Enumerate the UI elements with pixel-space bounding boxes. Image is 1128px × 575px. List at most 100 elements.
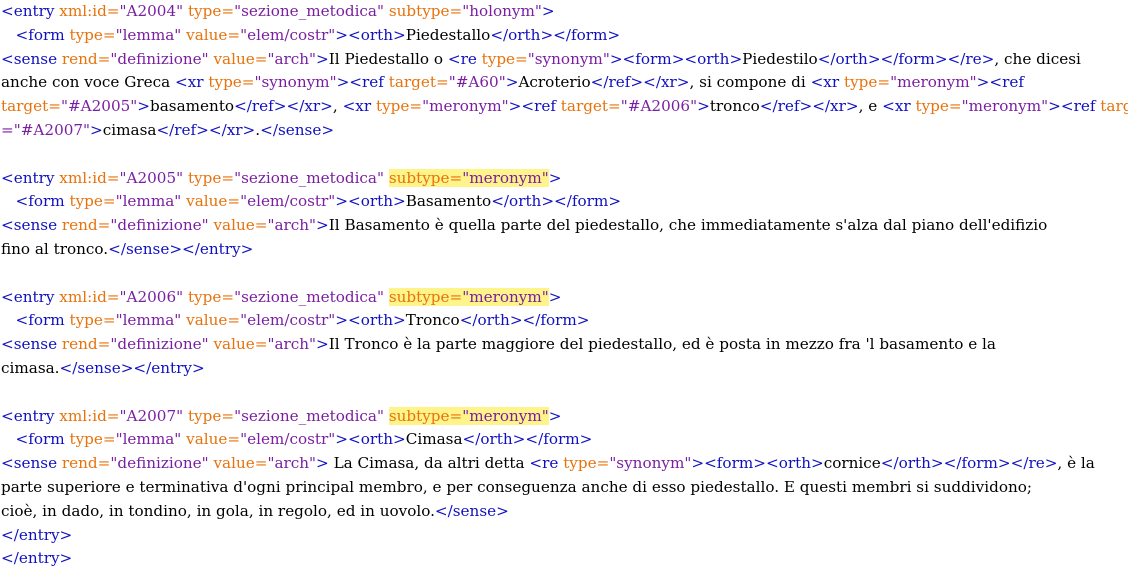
xml-tag-token: ><orth>: [335, 192, 406, 211]
xml-attribute-name: type=: [69, 25, 116, 44]
highlighted-xml-attribute-name: subtype=: [388, 168, 463, 187]
xml-attribute-name: type=: [187, 2, 235, 20]
xml-attribute-value: "sezione_metodica": [234, 287, 384, 306]
xml-attribute-name: type=: [375, 97, 423, 116]
xml-attribute-name: xml:id=: [59, 287, 120, 306]
code-line: <form type="lemma" value="elem/costr"><o…: [1, 428, 1128, 452]
xml-attribute-name: type=: [915, 97, 962, 116]
text-content: , che dicesi: [994, 49, 1081, 68]
text-content: Cimasa: [405, 430, 463, 449]
xml-tag-token: </orth></form>: [459, 311, 590, 330]
xml-attribute-name: value=: [213, 335, 268, 354]
highlighted-xml-attribute-name: subtype=: [388, 287, 463, 306]
xml-tag-token: <entry: [1, 287, 60, 306]
code-line: <sense rend="definizione" value="arch">I…: [1, 214, 1128, 238]
text-content: parte superiore e terminativa d'ogni pri…: [1, 477, 1033, 496]
xml-attribute-value: "#A60": [448, 73, 506, 92]
text-content: Basamento: [405, 192, 492, 211]
xml-tag-token: >: [697, 97, 710, 116]
xml-attribute-value: ="#A2007": [1, 120, 91, 139]
xml-tag-token: >: [316, 216, 329, 235]
xml-tag-token: ><ref: [1048, 97, 1101, 116]
xml-attribute-value: "definizione": [110, 216, 209, 235]
xml-attribute-value: "synonym": [609, 454, 692, 473]
xml-attribute-value: "sezione_metodica": [234, 406, 384, 425]
xml-attribute-name: value=: [213, 454, 268, 473]
xml-attribute-name: type=: [187, 168, 235, 187]
text-content: cioè, in dado, in tondino, in gola, in r…: [1, 501, 435, 520]
xml-tag-token: ><ref: [336, 73, 389, 92]
xml-tag-token: <form: [15, 25, 70, 44]
xml-tag-token: <re: [447, 49, 482, 68]
code-line: cioè, in dado, in tondino, in gola, in r…: [1, 500, 1128, 524]
text-content: Il Piedestallo o: [328, 49, 448, 68]
xml-tag-token: <re: [529, 454, 564, 473]
xml-tag-token: </sense>: [260, 120, 335, 139]
xml-attribute-name: type=: [69, 311, 116, 330]
xml-attribute-name: rend=: [61, 49, 111, 68]
text-content: La Cimasa, da altri detta: [328, 454, 530, 473]
text-content: , si compone di: [689, 73, 811, 92]
text-content: [1, 26, 15, 44]
xml-code-editor[interactable]: <entry xml:id="A2004" type="sezione_meto…: [0, 0, 1128, 575]
xml-tag-token: <xr: [882, 97, 916, 116]
xml-tag-token: </ref></xr>: [759, 97, 859, 116]
xml-tag-token: ><ref: [976, 73, 1024, 92]
xml-tag-token: <entry: [1, 406, 60, 425]
text-content: cimasa: [102, 120, 157, 139]
xml-attribute-value: "meronym": [422, 97, 509, 116]
text-content: Piedestilo: [742, 49, 818, 68]
xml-attribute-name: xml:id=: [59, 406, 120, 425]
xml-attribute-name: target=: [388, 73, 449, 92]
xml-attribute-value: "A2004": [119, 2, 184, 20]
xml-tag-token: >: [541, 2, 555, 20]
xml-attribute-name: xml:id=: [59, 168, 120, 187]
highlighted-xml-attribute-value: "meronym": [462, 406, 549, 425]
xml-tag-token: <form: [15, 192, 70, 211]
xml-attribute-value: "sezione_metodica": [234, 2, 384, 20]
xml-attribute-value: "arch": [267, 49, 317, 68]
xml-attribute-name: value=: [186, 430, 241, 449]
xml-attribute-name: value=: [213, 49, 268, 68]
code-line: cimasa.</sense></entry>: [1, 357, 1128, 381]
xml-attribute-value: "lemma": [115, 25, 182, 44]
xml-attribute-name: target=: [560, 97, 621, 116]
xml-attribute-value: "elem/costr": [240, 192, 336, 211]
xml-tag-token: ><orth>: [335, 25, 406, 44]
code-line: </entry>: [1, 524, 1128, 548]
xml-tag-token: </ref></xr>: [234, 97, 333, 116]
xml-tag-token: ><form><orth>: [609, 49, 743, 68]
xml-tag-token: <entry: [1, 2, 60, 20]
xml-tag-token: </entry>: [1, 549, 73, 568]
xml-tag-token: </entry>: [1, 525, 73, 544]
xml-attribute-value: "synonym": [527, 49, 610, 68]
text-content: Acroterio: [518, 73, 591, 92]
code-line: <form type="lemma" value="elem/costr"><o…: [1, 190, 1128, 214]
text-content: , e: [858, 97, 883, 116]
xml-attribute-value: "#A2005": [60, 97, 138, 116]
highlighted-xml-attribute-name: subtype=: [388, 406, 463, 425]
xml-tag-token: <form: [15, 430, 70, 449]
code-line: anche con voce Greca <xr type="synonym">…: [1, 71, 1128, 95]
xml-attribute-name: type=: [187, 406, 235, 425]
xml-tag-token: </orth></form>: [462, 430, 593, 449]
xml-attribute-name: type=: [208, 73, 255, 92]
xml-attribute-value: "sezione_metodica": [234, 168, 384, 187]
text-content: anche con voce Greca: [1, 73, 176, 92]
xml-attribute-name: rend=: [61, 216, 111, 235]
xml-tag-token: </orth></form>: [490, 25, 621, 44]
xml-attribute-value: "arch": [267, 454, 317, 473]
text-content: cornice: [823, 454, 881, 473]
xml-tag-token: >: [90, 120, 103, 139]
xml-attribute-value: "elem/costr": [240, 25, 336, 44]
code-line: ="#A2007">cimasa</ref></xr>.</sense>: [1, 119, 1128, 143]
xml-attribute-name: type=: [843, 73, 891, 92]
xml-attribute-value: "A2006": [119, 287, 184, 306]
xml-tag-token: >: [316, 49, 329, 68]
text-content: cimasa.: [1, 358, 60, 377]
xml-attribute-name: rend=: [61, 335, 111, 354]
xml-attribute-value: "elem/costr": [240, 311, 336, 330]
xml-tag-token: </orth></form></re>: [817, 49, 995, 68]
xml-attribute-name: type=: [69, 192, 116, 211]
